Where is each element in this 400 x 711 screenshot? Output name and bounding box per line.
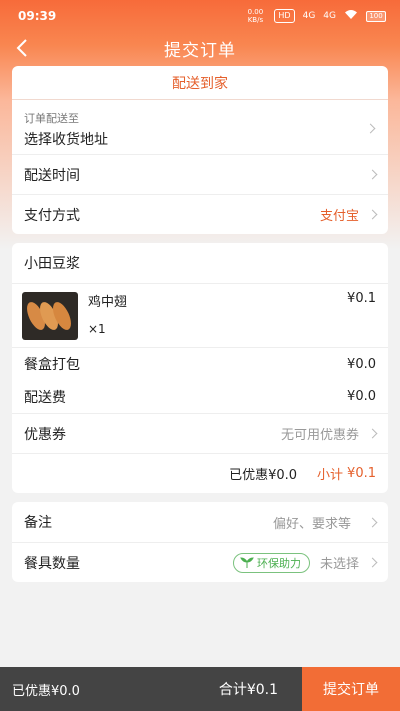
remark-row[interactable]: 备注 偏好、要求等 bbox=[12, 502, 388, 542]
address-caption: 订单配送至 bbox=[24, 112, 79, 125]
status-time: 09:39 bbox=[18, 9, 57, 23]
packing-fee-row: 餐盒打包 ¥0.0 bbox=[12, 347, 388, 380]
remark-label: 备注 bbox=[24, 515, 52, 531]
payment-method-row[interactable]: 支付方式 支付宝 bbox=[12, 194, 388, 234]
order-card: 小田豆浆 鸡中翅 ×1 ¥0.1 餐盒打包 ¥0.0 配送费 ¥0.0 优惠券 … bbox=[12, 243, 388, 493]
chevron-right-icon bbox=[367, 517, 378, 527]
chevron-right-icon bbox=[367, 428, 378, 439]
subtotal-row: 已优惠¥0.0 小计 ¥0.1 bbox=[12, 453, 388, 493]
shop-name: 小田豆浆 bbox=[24, 256, 80, 272]
status-icons: 0.00 KB/s HD 4G 4G 100 bbox=[244, 8, 386, 24]
page-title: 提交订单 bbox=[164, 40, 236, 61]
subtotal-label: 小计 bbox=[317, 468, 344, 483]
item-quantity: ×1 bbox=[88, 322, 106, 336]
address-row[interactable]: 订单配送至 选择收货地址 bbox=[12, 100, 388, 154]
wifi-icon bbox=[344, 9, 358, 23]
food-thumbnail bbox=[22, 292, 78, 340]
sprout-icon bbox=[240, 557, 254, 568]
delivery-time-row[interactable]: 配送时间 bbox=[12, 154, 388, 194]
delivery-card: 配送到家 订单配送至 选择收货地址 配送时间 支付方式 支付宝 bbox=[12, 66, 388, 234]
bottom-bar: 已优惠¥0.0 合计¥0.1 提交订单 bbox=[0, 667, 400, 711]
eco-badge: 环保助力 bbox=[232, 552, 310, 573]
shop-name-row: 小田豆浆 bbox=[12, 243, 388, 283]
utensils-value: 未选择 bbox=[319, 557, 359, 572]
battery-icon: 100 bbox=[366, 10, 386, 22]
chevron-right-icon bbox=[367, 557, 378, 568]
eco-badge-label: 环保助力 bbox=[256, 556, 301, 570]
order-item: 鸡中翅 ×1 ¥0.1 bbox=[12, 283, 388, 347]
subtotal-value: ¥0.1 bbox=[347, 466, 376, 481]
utensils-label: 餐具数量 bbox=[24, 555, 80, 572]
coupon-value: 无可用优惠券 bbox=[280, 428, 359, 443]
delivery-fee-value: ¥0.0 bbox=[347, 389, 376, 404]
status-bar: 09:39 0.00 KB/s HD 4G 4G 100 bbox=[0, 0, 400, 32]
back-arrow-icon bbox=[16, 39, 27, 57]
delivery-fee-label: 配送费 bbox=[24, 389, 66, 406]
utensils-row[interactable]: 餐具数量 环保助力 未选择 bbox=[12, 542, 388, 582]
chevron-right-icon bbox=[367, 169, 378, 180]
delivery-fee-row: 配送费 ¥0.0 bbox=[12, 380, 388, 413]
address-value: 选择收货地址 bbox=[24, 132, 108, 148]
delivery-time-label: 配送时间 bbox=[24, 167, 80, 184]
signal-4g-icon-2: 4G bbox=[323, 11, 336, 21]
bottom-total-text: 合计¥0.1 bbox=[218, 682, 278, 698]
submit-order-button[interactable]: 提交订单 bbox=[302, 667, 400, 711]
packing-fee-value: ¥0.0 bbox=[347, 356, 376, 372]
notes-card: 备注 偏好、要求等 餐具数量 环保助力 未选择 bbox=[12, 502, 388, 582]
navigation-bar: 提交订单 bbox=[0, 32, 400, 64]
coupon-label: 优惠券 bbox=[24, 426, 66, 443]
discount-text: 已优惠¥0.0 bbox=[229, 468, 298, 483]
back-button[interactable] bbox=[8, 32, 36, 64]
delivery-mode-label: 配送到家 bbox=[172, 75, 228, 92]
coupon-row[interactable]: 优惠券 无可用优惠券 bbox=[12, 413, 388, 453]
packing-fee-label: 餐盒打包 bbox=[24, 357, 80, 373]
chevron-right-icon bbox=[367, 209, 378, 220]
signal-4g-icon: 4G bbox=[302, 11, 316, 21]
bottom-discount-text: 已优惠¥0.0 bbox=[12, 683, 80, 699]
item-name: 鸡中翅 bbox=[88, 295, 128, 310]
remark-placeholder: 偏好、要求等 bbox=[272, 516, 351, 532]
item-price: ¥0.1 bbox=[347, 291, 376, 306]
hd-badge: HD bbox=[274, 9, 295, 23]
payment-method-label: 支付方式 bbox=[24, 207, 80, 224]
network-speed: 0.00 KB/s bbox=[247, 8, 264, 24]
delivery-mode-tab[interactable]: 配送到家 bbox=[12, 66, 388, 100]
payment-method-value: 支付宝 bbox=[319, 209, 359, 224]
